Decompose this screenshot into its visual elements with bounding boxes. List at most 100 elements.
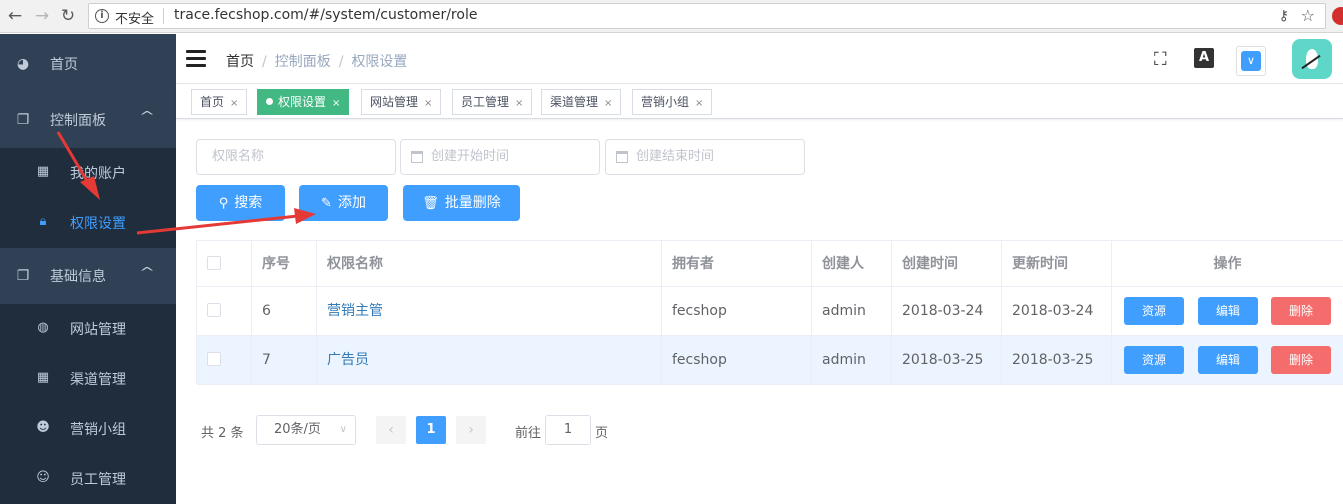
close-icon[interactable]: × <box>424 98 432 109</box>
close-icon[interactable]: × <box>604 98 612 109</box>
dashboard-icon: ◕ <box>16 56 30 72</box>
tag-staff-management[interactable]: 员工管理 × <box>452 89 533 115</box>
security-label: 不安全 <box>115 12 155 27</box>
roles-table: 序号 权限名称 拥有者 创建人 创建时间 更新时间 操作 6 营销主管 fecs… <box>196 240 1343 385</box>
column-header: 权限名称 <box>317 241 662 286</box>
breadcrumb-item[interactable]: 首页 <box>226 54 254 70</box>
add-button-label: 添加 <box>337 195 366 211</box>
cell-id: 6 <box>252 287 317 335</box>
tag-channel-management[interactable]: 渠道管理 × <box>541 89 622 115</box>
sidebar-item-home[interactable]: ◕ 首页 <box>0 39 176 89</box>
delete-button[interactable]: 删除 <box>1271 297 1331 325</box>
translate-icon[interactable]: A <box>1194 48 1214 68</box>
forward-icon[interactable]: → <box>32 6 52 26</box>
cell-id: 7 <box>252 336 317 384</box>
tag-label: 营销小组 <box>641 95 690 109</box>
column-header: 拥有者 <box>662 241 812 286</box>
cell-role-name[interactable]: 广告员 <box>317 336 662 384</box>
sidebar-item-control-panel[interactable]: ❐ 控制面板 ^ <box>0 95 176 145</box>
cell-creator: admin <box>812 287 892 335</box>
globe-icon: ◍ <box>37 320 49 335</box>
row-select-cell <box>197 336 252 384</box>
sidebar-item-label: 控制面板 <box>50 113 106 129</box>
table-icon: ▦ <box>36 370 50 385</box>
reload-icon[interactable]: ↻ <box>58 6 78 26</box>
close-icon[interactable]: × <box>515 98 523 109</box>
column-header: 创建人 <box>812 241 892 286</box>
edit-button[interactable]: 编辑 <box>1198 346 1258 374</box>
tag-site-management[interactable]: 网站管理 × <box>361 89 442 115</box>
sidebar-item-label: 我的账户 <box>70 166 126 182</box>
delete-button[interactable]: 删除 <box>1271 346 1331 374</box>
sidebar: ◕ 首页 ❐ 控制面板 ^ ▦ 我的账户 🔒︎ 权限设置 ❐ 基础信息 ^ ◍ … <box>0 34 176 504</box>
star-icon[interactable]: ☆ <box>1301 6 1315 25</box>
sidebar-item-my-account[interactable]: ▦ 我的账户 <box>0 148 176 198</box>
search-icon: ⚲ <box>218 196 229 211</box>
table-row[interactable]: 6 营销主管 fecshop admin 2018-03-24 2018-03-… <box>197 287 1343 336</box>
goto-page-input[interactable]: 1 <box>545 415 591 445</box>
column-header: 序号 <box>252 241 317 286</box>
avatar[interactable] <box>1292 39 1332 79</box>
address-bar[interactable]: i 不安全 trace.fecshop.com/#/system/custome… <box>88 3 1326 29</box>
edit-button[interactable]: 编辑 <box>1198 297 1258 325</box>
sidebar-item-marketing-group[interactable]: ☻ 营销小组 <box>0 404 176 454</box>
start-date-placeholder: 创建开始时间 <box>431 149 510 164</box>
batch-delete-button-label: 批量删除 <box>444 195 501 211</box>
copy-icon: ❐ <box>16 268 30 284</box>
goto-label: 前往 <box>515 426 542 441</box>
cell-updated-time: 2018-03-24 <box>1002 287 1112 335</box>
back-icon[interactable]: ← <box>5 6 25 26</box>
sidebar-item-label: 营销小组 <box>70 422 126 438</box>
tag-label: 网站管理 <box>370 95 419 109</box>
role-name-placeholder: 权限名称 <box>212 149 265 164</box>
key-icon[interactable]: ⚷ <box>1279 8 1289 24</box>
cell-actions: 资源 编辑 删除 <box>1112 287 1343 335</box>
chevron-up-icon: ^ <box>138 109 156 123</box>
tag-home[interactable]: 首页 × <box>191 89 248 115</box>
resource-button[interactable]: 资源 <box>1124 346 1184 374</box>
info-icon[interactable]: i <box>95 9 109 23</box>
size-select-button[interactable]: ∨ <box>1236 46 1266 76</box>
close-icon[interactable]: × <box>230 98 238 109</box>
tag-label: 首页 <box>200 95 225 109</box>
row-checkbox[interactable] <box>207 303 221 317</box>
end-date-input[interactable]: 创建结束时间 <box>605 139 805 175</box>
chevron-left-icon: ‹ <box>388 422 394 438</box>
sidebar-item-channel-management[interactable]: ▦ 渠道管理 <box>0 354 176 404</box>
prev-page-button[interactable]: ‹ <box>376 416 406 444</box>
next-page-button[interactable]: › <box>456 416 486 444</box>
sidebar-item-permissions[interactable]: 🔒︎ 权限设置 <box>0 198 176 248</box>
goto-suffix: 页 <box>595 426 609 441</box>
tag-label: 渠道管理 <box>550 95 599 109</box>
page-number-current[interactable]: 1 <box>416 416 446 444</box>
tag-marketing-group[interactable]: 营销小组 × <box>632 89 713 115</box>
close-icon[interactable]: × <box>332 98 340 109</box>
role-name-input[interactable]: 权限名称 <box>196 139 396 175</box>
add-button[interactable]: ✎ 添加 <box>299 185 388 221</box>
extension-icon[interactable] <box>1332 7 1343 25</box>
tag-label: 权限设置 <box>278 95 327 109</box>
sidebar-item-staff-management[interactable]: ☺ 员工管理 <box>0 454 176 504</box>
sidebar-item-basic-info[interactable]: ❐ 基础信息 ^ <box>0 251 176 301</box>
cell-role-name[interactable]: 营销主管 <box>317 287 662 335</box>
close-icon[interactable]: × <box>695 98 703 109</box>
resource-button[interactable]: 资源 <box>1124 297 1184 325</box>
hamburger-icon[interactable] <box>186 50 206 67</box>
chevron-down-icon: ∨ <box>339 424 347 435</box>
browser-toolbar: ← → ↻ i 不安全 trace.fecshop.com/#/system/c… <box>0 0 1343 33</box>
sidebar-item-site-management[interactable]: ◍ 网站管理 <box>0 304 176 354</box>
tag-permissions[interactable]: 权限设置 × <box>257 89 350 115</box>
page-size-select[interactable]: 20条/页 ∨ <box>256 415 356 445</box>
url-text[interactable]: trace.fecshop.com/#/system/customer/role <box>174 7 477 23</box>
search-button[interactable]: ⚲ 搜索 <box>196 185 285 221</box>
batch-delete-button[interactable]: 🗑︎ 批量删除 <box>403 185 520 221</box>
select-all-checkbox[interactable] <box>207 256 221 270</box>
row-checkbox[interactable] <box>207 352 221 366</box>
users-icon: ☻ <box>36 420 50 435</box>
fullscreen-icon[interactable]: ⛶ <box>1154 49 1167 70</box>
table-header-row: 序号 权限名称 拥有者 创建人 创建时间 更新时间 操作 <box>197 241 1343 287</box>
table-row[interactable]: 7 广告员 fecshop admin 2018-03-25 2018-03-2… <box>197 336 1343 385</box>
calendar-icon <box>411 151 423 163</box>
breadcrumb-item[interactable]: 控制面板 <box>275 54 331 70</box>
start-date-input[interactable]: 创建开始时间 <box>400 139 600 175</box>
